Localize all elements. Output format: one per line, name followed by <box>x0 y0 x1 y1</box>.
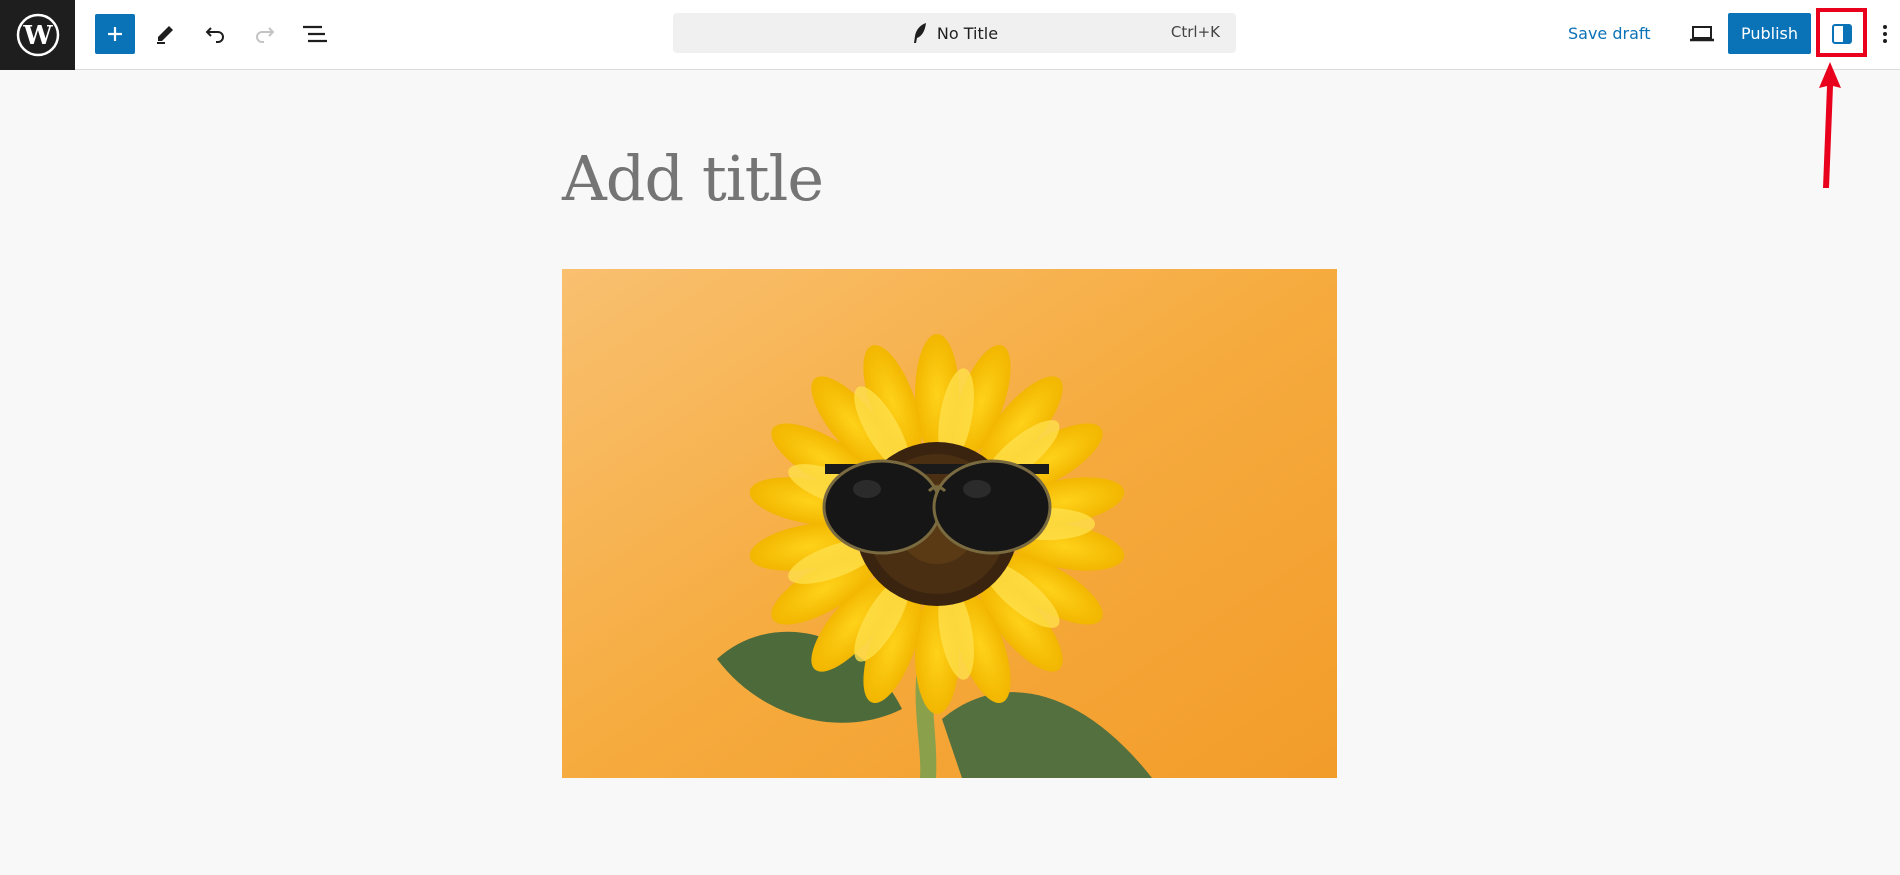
redo-icon <box>256 27 275 43</box>
add-block-button[interactable] <box>95 14 135 54</box>
tools-button[interactable] <box>145 14 185 54</box>
command-shortcut: Ctrl+K <box>1170 23 1220 41</box>
undo-icon <box>205 27 224 43</box>
svg-text:W: W <box>22 21 53 51</box>
post-title-input[interactable]: Add title <box>562 142 824 215</box>
plus-icon <box>108 27 122 41</box>
publish-button[interactable]: Publish <box>1728 13 1811 54</box>
pen-icon <box>157 26 173 44</box>
editor-toolbar: W No Title Ctrl+K Save draft Publish <box>0 0 1900 70</box>
save-draft-button[interactable]: Save draft <box>1568 20 1651 48</box>
redo-button[interactable] <box>245 14 285 54</box>
vertical-ellipsis-icon <box>1883 25 1887 43</box>
sunflower-sunglasses-image <box>562 269 1337 778</box>
preview-button[interactable] <box>1682 14 1722 54</box>
undo-button[interactable] <box>195 14 235 54</box>
command-palette-button[interactable]: No Title Ctrl+K <box>673 13 1236 53</box>
quill-icon <box>913 23 926 43</box>
options-button[interactable] <box>1875 14 1895 54</box>
list-view-button[interactable] <box>295 14 335 54</box>
wordpress-logo-icon[interactable]: W <box>0 0 75 70</box>
image-block[interactable] <box>562 269 1337 778</box>
command-title-group: No Title <box>673 13 1236 53</box>
post-title-label: No Title <box>936 23 999 43</box>
list-view-icon <box>303 25 327 43</box>
laptop-icon <box>1690 26 1714 42</box>
red-arrow-annotation <box>1819 62 1841 188</box>
settings-highlight-box <box>1816 8 1867 57</box>
